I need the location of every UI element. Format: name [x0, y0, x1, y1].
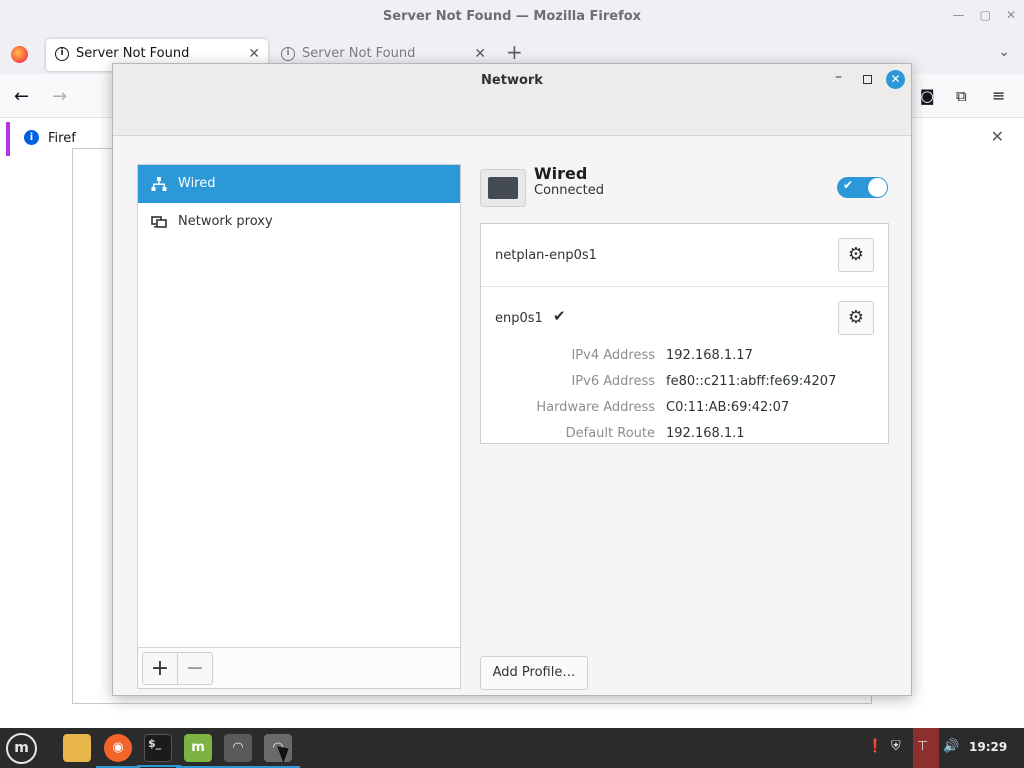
- sidebar-toolbar: + −: [138, 647, 460, 688]
- taskbar: m ◉ $_ m ◠ ◠ ❗ ⛨ ⊤ 🔊 19:29: [0, 728, 1024, 768]
- pocket-icon[interactable]: ◙: [920, 87, 935, 105]
- ipv4-value: 192.168.1.17: [666, 348, 753, 363]
- notification-close-icon[interactable]: ✕: [991, 127, 1004, 146]
- notifications-icon[interactable]: ❗: [867, 739, 883, 754]
- mint-menu-icon[interactable]: m: [6, 733, 37, 764]
- close-icon[interactable]: ✕: [886, 70, 905, 89]
- sidebar-item-label: Network proxy: [178, 214, 273, 229]
- hardware-address-label: Hardware Address: [536, 400, 655, 415]
- profile-settings-button[interactable]: ⚙: [838, 301, 874, 335]
- profile-name: netplan-enp0s1: [495, 248, 597, 263]
- add-profile-button[interactable]: Add Profile…: [480, 656, 588, 690]
- close-icon[interactable]: ✕: [1006, 8, 1016, 22]
- window-header: Network – ✕: [113, 64, 911, 136]
- firefox-title: Server Not Found — Mozilla Firefox: [0, 0, 1024, 34]
- ipv6-label: IPv6 Address: [571, 374, 655, 389]
- network-window: Network – ✕ Wired Network proxy + − Wire…: [112, 63, 912, 696]
- list-tabs-chevron-icon[interactable]: ⌄: [998, 44, 1010, 60]
- sidebar-item-wired[interactable]: Wired: [138, 165, 460, 203]
- device-title: Wired: [534, 164, 588, 183]
- volume-icon[interactable]: 🔊: [943, 739, 959, 754]
- menu-icon[interactable]: ≡: [992, 86, 1005, 105]
- check-icon: ✔: [843, 178, 854, 192]
- minimize-icon[interactable]: –: [835, 69, 842, 85]
- device-status: Connected: [534, 183, 605, 198]
- tab-label: Server Not Found: [302, 46, 416, 61]
- ethernet-port-icon: [480, 169, 526, 207]
- remove-connection-button[interactable]: −: [177, 652, 213, 685]
- terminal-icon[interactable]: $_: [137, 734, 181, 767]
- profile-row-netplan: netplan-enp0s1 ⚙: [481, 224, 888, 287]
- toggle-knob: [868, 178, 887, 197]
- network-tray-icon[interactable]: ⊤: [917, 739, 928, 754]
- maximize-icon[interactable]: ▢: [980, 8, 991, 22]
- network-sidebar: Wired Network proxy + −: [137, 164, 461, 689]
- firefox-logo-icon[interactable]: [11, 46, 28, 63]
- ipv4-label: IPv4 Address: [571, 348, 655, 363]
- active-check-icon: ✔: [553, 307, 566, 325]
- default-route-label: Default Route: [565, 426, 655, 441]
- forward-icon[interactable]: →: [52, 86, 67, 107]
- default-route-value: 192.168.1.1: [666, 426, 745, 441]
- window-title: Network: [481, 73, 543, 88]
- notification-text: Firef: [48, 131, 76, 146]
- sidebar-item-network-proxy[interactable]: Network proxy: [138, 203, 460, 241]
- firefox-window-controls: — ▢ ✕: [953, 8, 1016, 22]
- profile-name: enp0s1: [495, 311, 543, 326]
- shield-icon[interactable]: ⛨: [891, 739, 901, 754]
- ipv6-value: fe80::c211:abff:fe69:4207: [666, 374, 837, 389]
- tab-label: Server Not Found: [76, 46, 190, 61]
- hardware-address-value: C0:11:AB:69:42:07: [666, 400, 790, 415]
- back-icon[interactable]: ←: [14, 86, 29, 107]
- extensions-icon[interactable]: ⧉: [956, 87, 967, 105]
- firefox-icon[interactable]: ◉: [96, 734, 140, 768]
- sidebar-item-label: Wired: [178, 176, 216, 191]
- files-icon[interactable]: [63, 734, 91, 762]
- new-tab-icon[interactable]: +: [506, 40, 523, 64]
- network-icon[interactable]: ◠: [216, 734, 260, 768]
- minimize-icon[interactable]: —: [953, 8, 965, 22]
- add-connection-button[interactable]: +: [142, 652, 178, 685]
- clock[interactable]: 19:29: [969, 740, 1007, 754]
- info-icon: i: [281, 47, 295, 61]
- wired-enable-toggle[interactable]: ✔: [837, 177, 888, 198]
- info-icon: i: [24, 130, 39, 145]
- update-manager-icon[interactable]: m: [176, 734, 220, 768]
- profiles-list: netplan-enp0s1 ⚙ enp0s1 ✔ ⚙ IPv4 Address…: [480, 223, 889, 444]
- wired-network-icon: [151, 177, 167, 191]
- info-icon: i: [55, 47, 69, 61]
- maximize-icon[interactable]: [863, 75, 872, 84]
- network-proxy-icon: [151, 216, 167, 228]
- profile-settings-button[interactable]: ⚙: [838, 238, 874, 272]
